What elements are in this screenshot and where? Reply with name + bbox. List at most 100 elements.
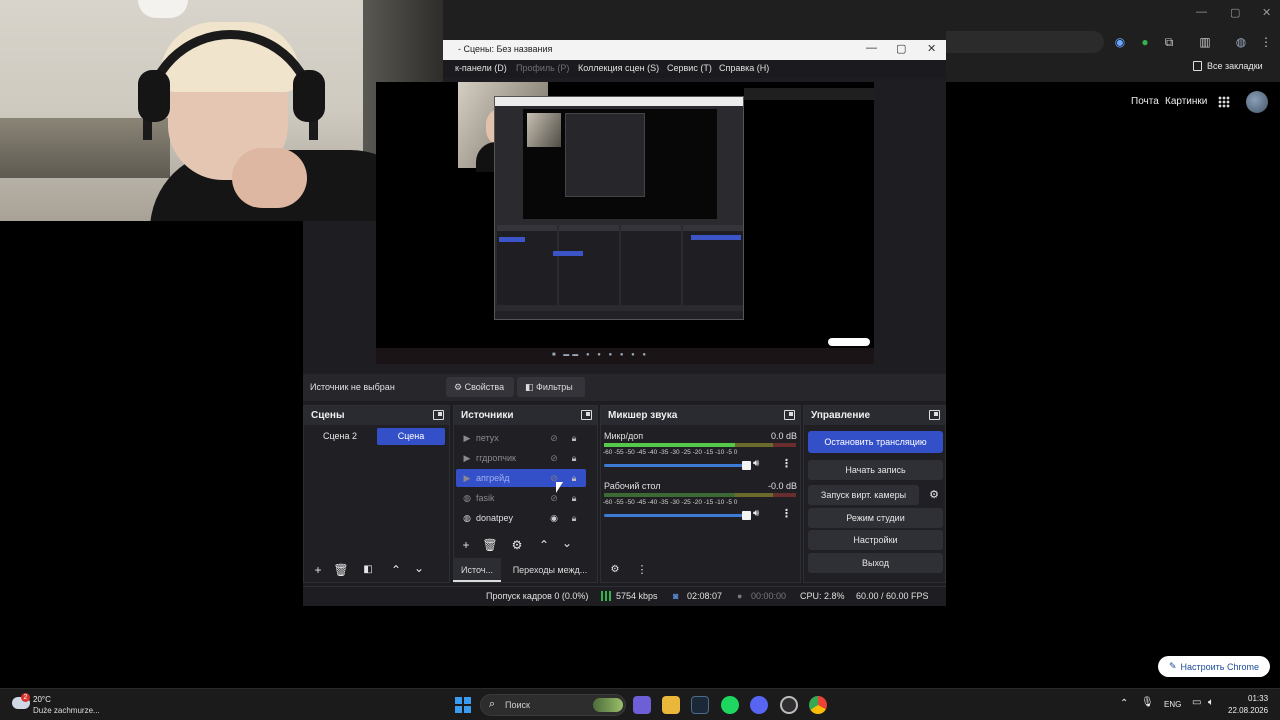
source-item[interactable]: ◍ donatpey ◉ 🔒︎ <box>456 509 586 527</box>
menu-tools[interactable]: Сервис (T) <box>667 63 712 73</box>
chrome-icon[interactable] <box>809 696 827 714</box>
trash-icon[interactable]: 🗑 <box>333 562 349 578</box>
program-preview[interactable]: ■ ▬▬ ● ● ● ● ● ● <box>376 82 874 364</box>
settings-button[interactable]: Настройки <box>808 530 943 550</box>
channel-name: Рабочий стол <box>604 481 661 491</box>
teams-icon[interactable] <box>633 696 651 714</box>
menu-scene-collection[interactable]: Коллекция сцен (S) <box>578 63 659 73</box>
avatar[interactable] <box>1246 91 1268 113</box>
eye-slash-icon[interactable]: ⊘ <box>548 429 560 447</box>
exit-button[interactable]: Выход <box>808 553 943 573</box>
minimize-icon[interactable]: — <box>1196 6 1207 18</box>
source-item[interactable]: ▶ петух ⊘ 🔒︎ <box>456 429 586 447</box>
play-icon: ▶ <box>463 473 471 483</box>
volume-slider[interactable] <box>604 511 751 520</box>
taskbar-search[interactable]: ⌕ Поиск <box>480 694 626 716</box>
menu-profile[interactable]: Профиль (P) <box>516 63 569 73</box>
mixer-settings-icon[interactable]: ⚙ <box>607 562 623 578</box>
maximize-icon[interactable]: ▢ <box>1230 6 1240 19</box>
network-icon[interactable]: ▭ <box>1192 697 1201 708</box>
lock-icon[interactable]: 🔒︎ <box>568 429 580 447</box>
menu-docks[interactable]: к-панели (D) <box>455 63 507 73</box>
more-vertical-icon[interactable]: ⋮ <box>634 562 650 578</box>
eye-slash-icon[interactable]: ⊘ <box>548 449 560 467</box>
extensions-icon[interactable]: ⧉ <box>1162 35 1176 49</box>
obs-icon[interactable] <box>780 696 798 714</box>
source-item[interactable]: ▶ ггдропчик ⊘ 🔒︎ <box>456 449 586 467</box>
minimize-icon[interactable]: — <box>866 42 877 54</box>
volume-slider-knob[interactable] <box>742 461 751 470</box>
play-icon: ▶ <box>463 433 471 443</box>
lock-icon[interactable]: 🔒︎ <box>568 469 580 487</box>
more-vertical-icon[interactable]: ⋮ <box>781 507 792 520</box>
menu-help[interactable]: Справка (H) <box>719 63 769 73</box>
close-icon[interactable]: ✕ <box>1262 6 1271 19</box>
virtual-camera-button[interactable]: Запуск вирт. камеры <box>808 485 919 505</box>
chevron-up-icon[interactable]: ⌃ <box>388 562 404 578</box>
tab-transitions[interactable]: Переходы межд... <box>505 558 595 582</box>
scene-filters-icon[interactable]: ◧ <box>360 562 376 578</box>
side-panel-icon[interactable]: ▥ <box>1198 35 1212 49</box>
microphone-icon[interactable]: 🎙︎ <box>1141 697 1154 708</box>
chrome-menu-icon[interactable]: ⋮ <box>1259 35 1273 49</box>
mail-link[interactable]: Почта <box>1131 96 1159 107</box>
language-indicator[interactable]: ENG <box>1164 700 1181 709</box>
weather-desc[interactable]: Duże zachmurze... <box>33 706 100 715</box>
lock-icon[interactable]: 🔒︎ <box>568 449 580 467</box>
add-scene-icon[interactable]: + <box>310 562 326 578</box>
discord-icon[interactable] <box>750 696 768 714</box>
steam-icon[interactable] <box>691 696 709 714</box>
status-bar: Пропуск кадров 0 (0.0%) 5754 kbps ◙ 02:0… <box>303 586 946 606</box>
speaker-icon[interactable]: 🔊︎ <box>753 508 759 519</box>
file-explorer-icon[interactable] <box>662 696 680 714</box>
address-bar[interactable] <box>946 31 1104 53</box>
gear-icon[interactable]: ⚙ <box>926 487 942 503</box>
scene-item[interactable]: Сцена 2 <box>306 428 374 445</box>
speaker-icon[interactable]: 🔊︎ <box>753 458 759 469</box>
spotify-icon[interactable] <box>721 696 739 714</box>
scene-item-active[interactable]: Сцена <box>377 428 445 445</box>
lock-icon[interactable]: 🔒︎ <box>568 489 580 507</box>
lock-icon[interactable]: 🔒︎ <box>568 509 580 527</box>
more-vertical-icon[interactable]: ⋮ <box>781 457 792 470</box>
undock-icon[interactable] <box>784 410 795 420</box>
add-source-icon[interactable]: + <box>458 537 474 553</box>
chevron-down-icon[interactable]: ⌄ <box>559 535 575 551</box>
source-label: donatpey <box>476 513 514 523</box>
eye-icon[interactable]: ◉ <box>548 509 560 527</box>
stop-stream-button[interactable]: Остановить трансляцию <box>808 431 943 453</box>
images-link[interactable]: Картинки <box>1165 96 1207 107</box>
undock-icon[interactable] <box>929 410 940 420</box>
windows-start-icon[interactable] <box>455 697 471 713</box>
studio-mode-button[interactable]: Режим студии <box>808 508 943 528</box>
volume-slider[interactable] <box>604 461 751 470</box>
cast-icon[interactable]: ◉ <box>1113 35 1127 49</box>
maximize-icon[interactable]: ▢ <box>896 42 906 55</box>
gear-icon[interactable]: ⚙ <box>509 537 525 553</box>
google-apps-icon[interactable] <box>1218 96 1230 108</box>
start-record-button[interactable]: Начать запись <box>808 460 943 480</box>
chevron-up-icon[interactable]: ⌃ <box>536 537 552 553</box>
sources-dock: Источники ▶ петух ⊘ 🔒︎ ▶ ггдропчик ⊘ 🔒︎ … <box>453 405 598 583</box>
clock-date[interactable]: 22.08.2026 <box>1228 706 1268 715</box>
close-icon[interactable]: ✕ <box>927 42 936 55</box>
source-item[interactable]: ◍ fasik ⊘ 🔒︎ <box>456 489 586 507</box>
clock-time[interactable]: 01:33 <box>1248 694 1268 703</box>
filters-button[interactable]: ◧ Фильтры <box>517 377 585 397</box>
volume-icon[interactable]: 🔈︎ <box>1208 697 1214 708</box>
all-bookmarks-link[interactable]: Все закладки <box>1207 61 1263 71</box>
chevron-down-icon[interactable]: ⌄ <box>411 560 427 576</box>
sources-title: Источники <box>461 410 514 421</box>
trash-icon[interactable]: 🗑 <box>482 537 498 553</box>
extension-green-icon[interactable]: ● <box>1138 35 1152 49</box>
chevron-up-icon[interactable]: ⌃ <box>1120 698 1128 709</box>
profile-icon[interactable]: ◍ <box>1234 35 1248 49</box>
properties-button[interactable]: ⚙ Свойства <box>446 377 514 397</box>
customize-chrome-button[interactable]: ✎ Настроить Chrome <box>1158 656 1270 677</box>
tab-sources[interactable]: Источ... <box>453 558 501 582</box>
volume-slider-knob[interactable] <box>742 511 751 520</box>
undock-icon[interactable] <box>581 410 592 420</box>
weather-temp[interactable]: 20°C <box>33 695 51 704</box>
undock-icon[interactable] <box>433 410 444 420</box>
source-item-selected[interactable]: ▶ апгрейд ⊘ 🔒︎ <box>456 469 586 487</box>
